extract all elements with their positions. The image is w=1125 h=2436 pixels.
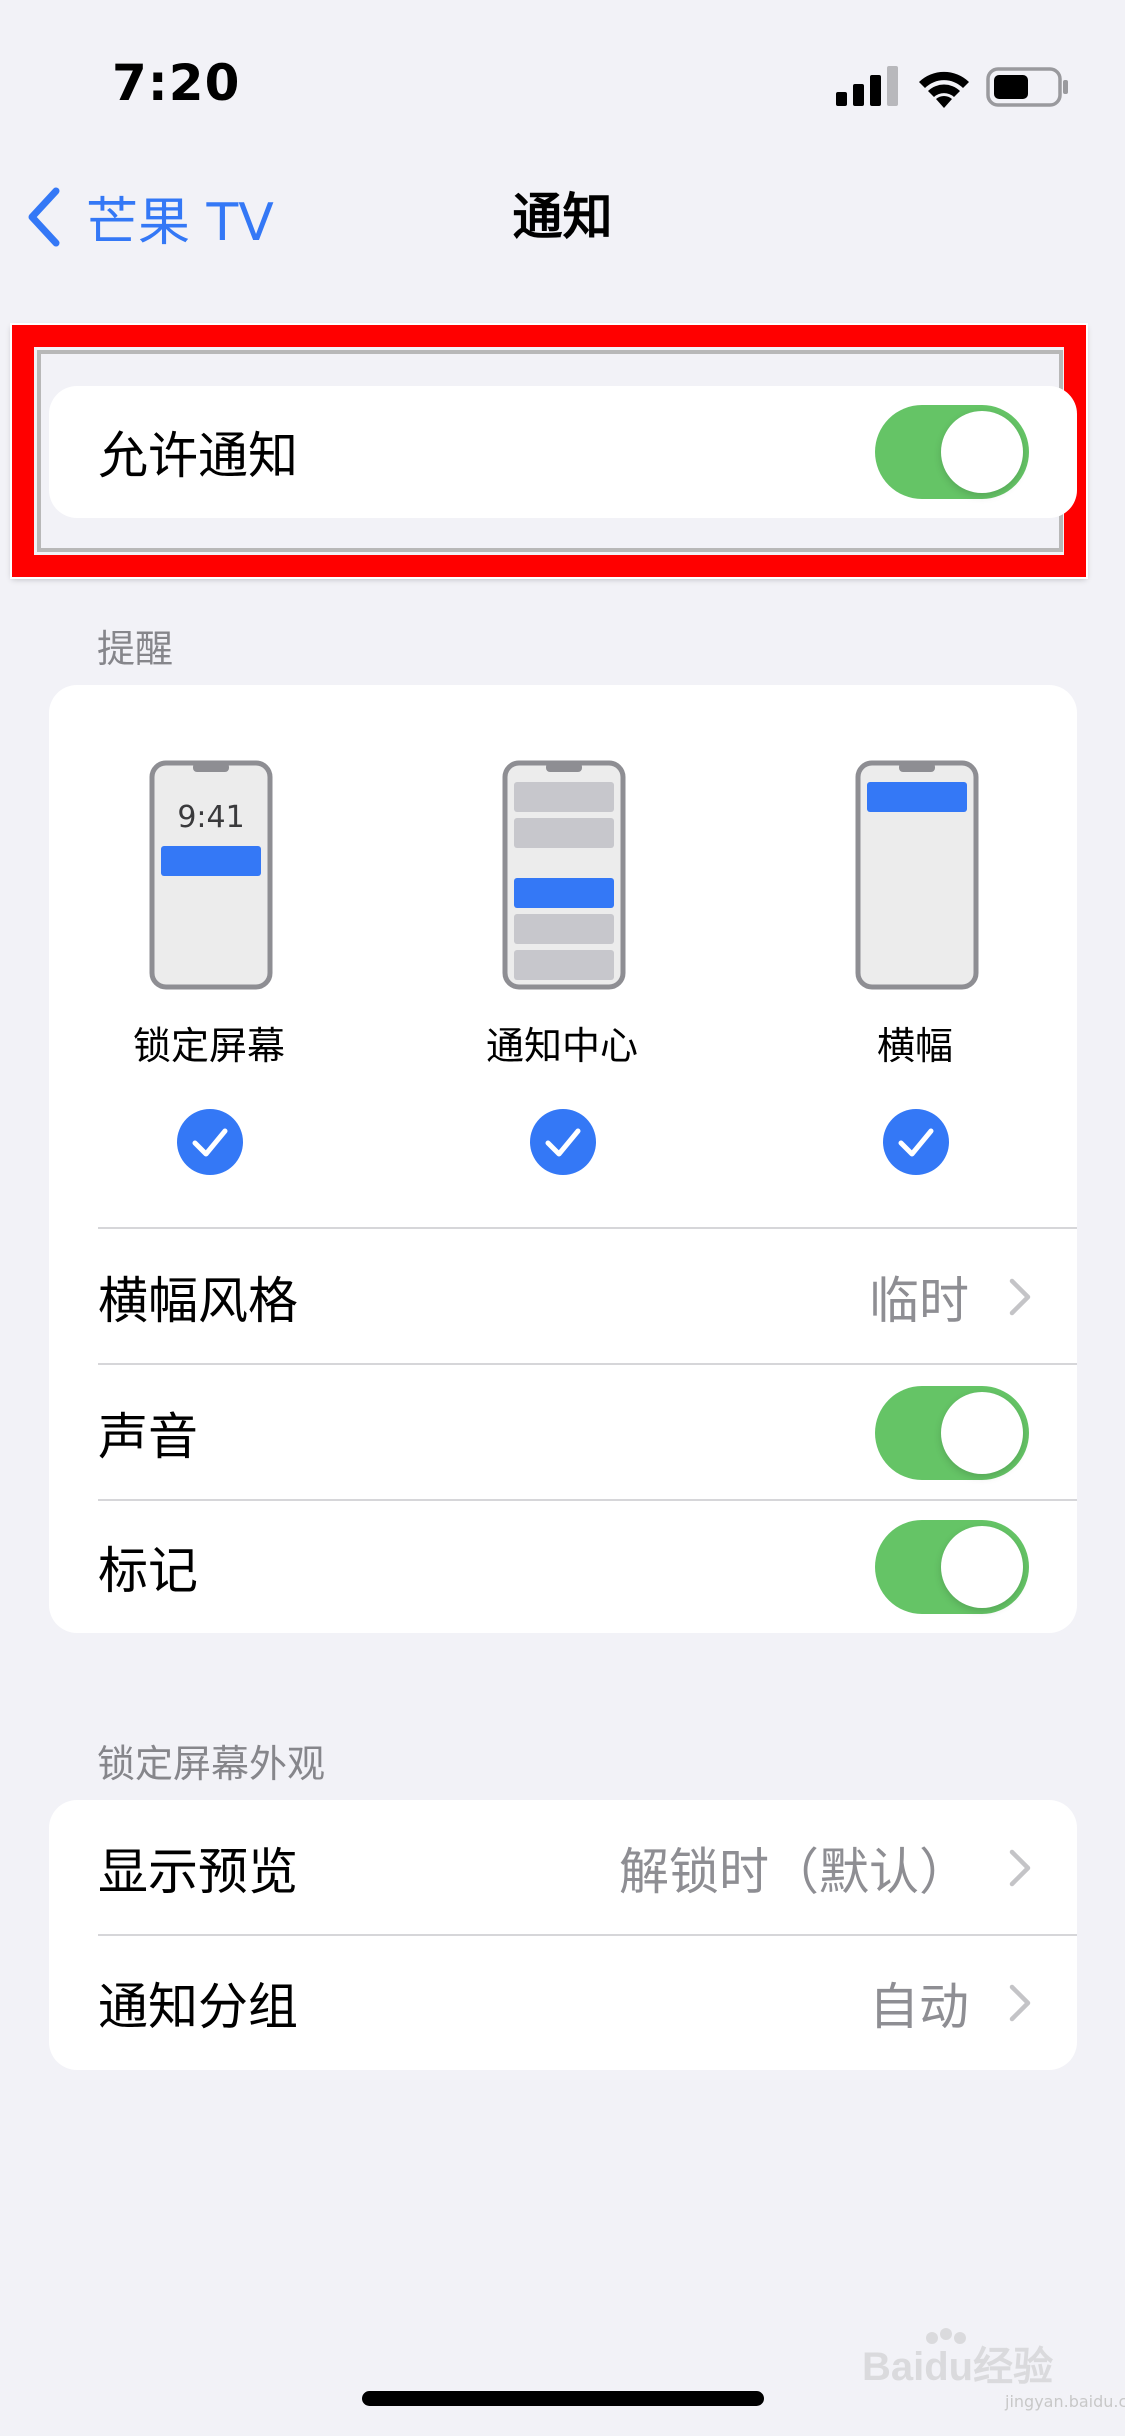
- alert-option-banners[interactable]: 横幅: [805, 685, 1025, 1245]
- badges-label: 标记: [98, 1542, 198, 1600]
- alert-option-notification-center[interactable]: 通知中心: [452, 685, 672, 1245]
- sounds-toggle[interactable]: [875, 1386, 1029, 1480]
- lock-screen-preview-time: 9:41: [177, 800, 245, 835]
- status-time: 7:20: [112, 54, 241, 112]
- home-indicator[interactable]: [362, 2391, 764, 2406]
- banner-style-label: 横幅风格: [98, 1272, 298, 1330]
- chevron-right-icon: [1009, 1278, 1031, 1316]
- sounds-label: 声音: [98, 1408, 198, 1466]
- status-bar: 7:20: [0, 0, 1125, 150]
- allow-notifications-toggle[interactable]: [875, 405, 1029, 499]
- toggle-knob: [941, 1526, 1023, 1608]
- chevron-right-icon: [1009, 1984, 1031, 2022]
- checkmark-circle-icon: [530, 1109, 596, 1175]
- wifi-icon: [919, 71, 969, 108]
- battery-icon: [986, 67, 1068, 107]
- banner-style-value: 临时: [869, 1272, 969, 1330]
- alert-option-lock-screen[interactable]: 9:41 锁定屏幕: [99, 685, 319, 1245]
- allow-notifications-label: 允许通知: [98, 427, 298, 485]
- banners-label: 横幅: [876, 1024, 953, 1068]
- toggle-knob: [941, 411, 1023, 493]
- notification-grouping-label: 通知分组: [98, 1978, 298, 2036]
- cellular-signal-icon: [836, 66, 898, 106]
- notification-settings-screen: 7:20 芒果 TV 通知 允许通知 提醒 9:41 锁定屏幕 通知中心 横幅 …: [0, 0, 1125, 2436]
- page-title: 通知: [512, 188, 613, 246]
- navigation-bar: 芒果 TV 通知: [0, 160, 1125, 270]
- badges-toggle[interactable]: [875, 1520, 1029, 1614]
- show-previews-row[interactable]: 显示预览 解锁时（默认）: [49, 1800, 1077, 1936]
- notification-center-label: 通知中心: [485, 1024, 638, 1068]
- sounds-row: 声音: [49, 1365, 1077, 1501]
- lock-screen-appearance-header: 锁定屏幕外观: [97, 1742, 326, 1786]
- toggle-knob: [941, 1392, 1023, 1474]
- show-previews-value: 解锁时（默认）: [619, 1843, 969, 1901]
- lock-screen-phone-icon: [149, 760, 273, 990]
- allow-notifications-card: 允许通知: [49, 386, 1077, 518]
- show-previews-label: 显示预览: [98, 1843, 298, 1901]
- notification-grouping-value: 自动: [869, 1978, 969, 2036]
- allow-notifications-row: 允许通知: [49, 386, 1077, 518]
- watermark-site: jingyan.baidu.com: [1005, 2392, 1125, 2411]
- notification-grouping-row[interactable]: 通知分组 自动: [49, 1936, 1077, 2070]
- checkmark-circle-icon: [883, 1109, 949, 1175]
- badges-row: 标记: [49, 1501, 1077, 1633]
- alerts-card: 9:41 锁定屏幕 通知中心 横幅 横幅风格 临时 声音 标记: [49, 685, 1077, 1633]
- banners-phone-icon: [855, 760, 979, 990]
- checkmark-circle-icon: [177, 1109, 243, 1175]
- notification-center-phone-icon: [502, 760, 626, 990]
- baidu-jingyan-watermark-logo: Baidu经验: [862, 2328, 1053, 2388]
- lock-screen-appearance-card: 显示预览 解锁时（默认） 通知分组 自动: [49, 1800, 1077, 2070]
- chevron-right-icon: [1009, 1849, 1031, 1887]
- watermark-brand: Baidu经验: [862, 2345, 1053, 2388]
- banner-style-row[interactable]: 横幅风格 临时: [49, 1229, 1077, 1365]
- lock-screen-label: 锁定屏幕: [132, 1024, 285, 1068]
- alerts-section-header: 提醒: [97, 627, 174, 671]
